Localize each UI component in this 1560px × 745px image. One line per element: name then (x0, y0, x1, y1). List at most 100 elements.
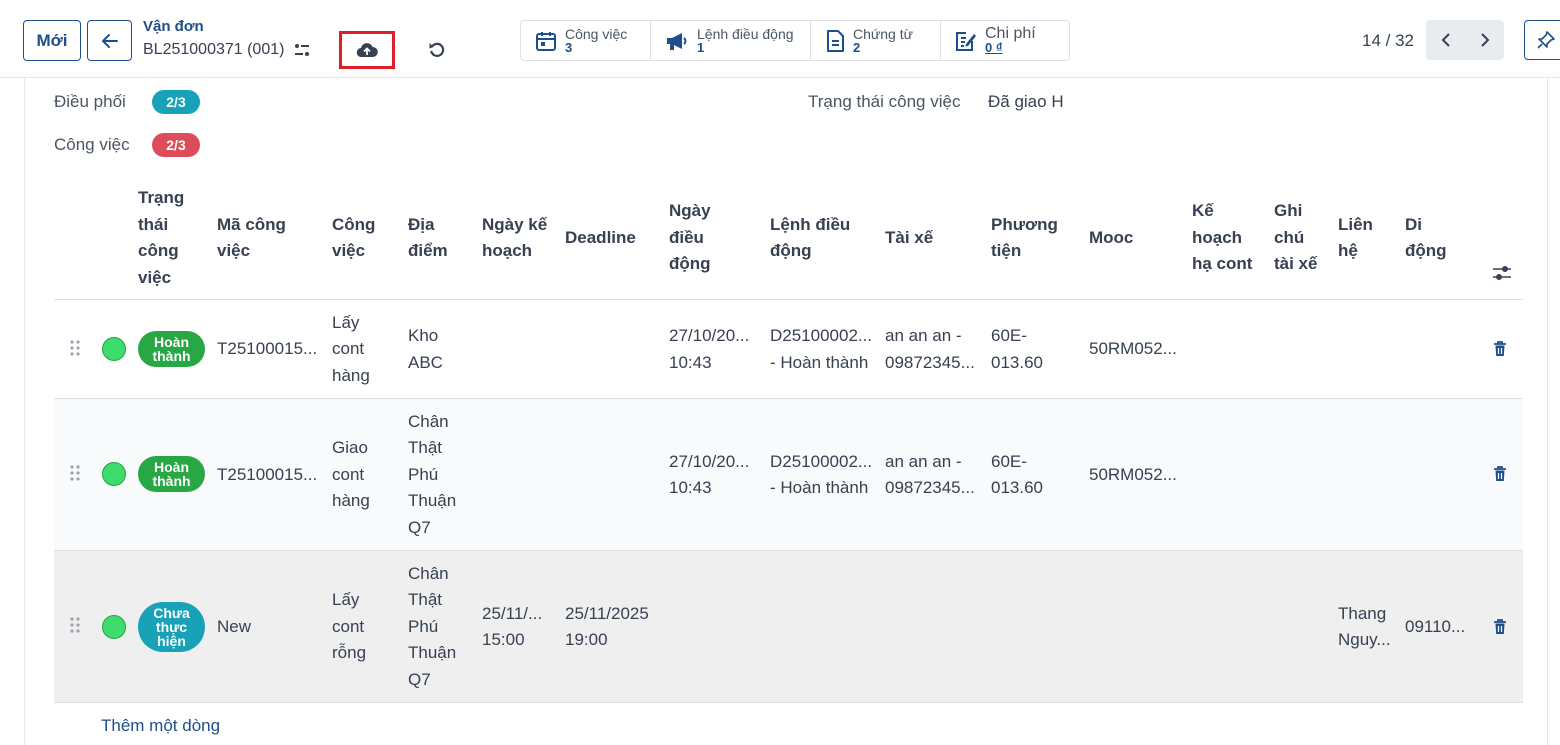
cell-task[interactable]: Giao cont hàng (332, 399, 392, 551)
smart-buttons: Công việc 3 Lệnh điều động 1 Chứng từ 2 Chi… (520, 20, 1070, 61)
smart-button-value: 2 (853, 39, 861, 55)
cell-mobile[interactable] (1405, 399, 1475, 551)
smart-button-dispatch-orders[interactable]: Lệnh điều động 1 (651, 21, 811, 60)
table-header: Trạng thái công việc Mã công việc Công v… (54, 176, 1523, 300)
cell-task[interactable]: Lấy cont hàng (332, 300, 392, 399)
task-status-value[interactable]: Đã giao H (988, 92, 1064, 112)
smart-button-value: 1 (697, 39, 705, 55)
column-header-vehicle[interactable]: Phương tiện (991, 176, 1086, 300)
smart-button-tasks[interactable]: Công việc 3 (521, 21, 651, 60)
smart-button-documents[interactable]: Chứng từ 2 (811, 21, 941, 60)
breadcrumb-current: BL251000371 (001) (143, 41, 310, 59)
cell-mooc[interactable]: 50RM052... (1089, 399, 1184, 551)
cell-contact[interactable] (1338, 399, 1400, 551)
cell-deadline[interactable]: 25/11/2025 19:00 (565, 551, 663, 703)
cell-driver[interactable] (885, 551, 983, 703)
table-row[interactable]: Hoàn thành T25100015... Giao cont hàng C… (54, 399, 1523, 551)
cell-deadline[interactable] (565, 399, 663, 551)
undo-icon (429, 42, 445, 57)
pager-next-button[interactable] (1465, 20, 1504, 60)
cell-code[interactable]: T25100015... (217, 300, 327, 399)
column-header-plan-date[interactable]: Ngày kế hoạch (482, 176, 552, 300)
smart-button-label: Công việc (565, 25, 628, 42)
cell-contact[interactable]: Thang Nguy... (1338, 551, 1400, 703)
status-badge: Hoàn thành (138, 331, 205, 367)
cell-code[interactable]: T25100015... (217, 399, 327, 551)
column-header-dispatch-order[interactable]: Lệnh điều động (770, 176, 870, 300)
cell-mobile[interactable] (1405, 300, 1475, 399)
cell-vehicle[interactable] (991, 551, 1051, 703)
cell-location[interactable]: Kho ABC (408, 300, 458, 399)
drag-handle-icon[interactable] (68, 340, 82, 356)
discard-button[interactable] (423, 37, 451, 63)
pager-value[interactable]: 14 / 32 (1362, 31, 1414, 51)
task-status-field: Trạng thái công việc Đã giao H (808, 92, 1064, 112)
column-header-mobile[interactable]: Di động (1405, 176, 1465, 300)
trash-icon (1494, 619, 1506, 634)
cell-vehicle[interactable]: 60E-013.60 (991, 399, 1051, 551)
save-button-highlight[interactable] (339, 31, 395, 69)
column-header-mooc[interactable]: Mooc (1089, 176, 1184, 300)
cell-deadline[interactable] (565, 300, 663, 399)
action-button[interactable] (1524, 20, 1560, 60)
cell-contact[interactable] (1338, 300, 1400, 399)
cell-dispatch-date[interactable]: 27/10/20... 10:43 (669, 399, 761, 551)
back-button[interactable] (87, 20, 132, 61)
arrow-left-icon (101, 33, 118, 48)
chevron-left-icon (1441, 33, 1450, 47)
column-header-status[interactable]: Trạng thái công việc (138, 176, 208, 300)
new-button[interactable]: Mới (23, 20, 81, 61)
cell-dispatch-order[interactable] (770, 551, 880, 703)
cell-location[interactable]: Chân Thật Phú Thuận Q7 (408, 551, 460, 703)
cell-vehicle[interactable]: 60E-013.60 (991, 300, 1051, 399)
tasks-table: Trạng thái công việc Mã công việc Công v… (54, 176, 1523, 703)
column-header-task[interactable]: Công việc (332, 176, 402, 300)
cloud-upload-icon (356, 43, 378, 58)
cell-location[interactable]: Chân Thật Phú Thuận Q7 (408, 399, 460, 551)
delete-row-button[interactable] (1492, 341, 1508, 357)
column-header-dispatch-date[interactable]: Ngày điều động (669, 176, 739, 300)
table-row[interactable]: Hoàn thành T25100015... Lấy cont hàng Kh… (54, 300, 1523, 399)
smart-button-costs[interactable]: Chi phí 0 ₫ (941, 21, 1069, 60)
cell-task[interactable]: Lấy cont rỗng (332, 551, 392, 703)
column-header-code[interactable]: Mã công việc (217, 176, 317, 300)
pager-previous-button[interactable] (1426, 20, 1465, 60)
delete-row-button[interactable] (1492, 619, 1508, 635)
cell-dispatch-order[interactable]: D25100002... - Hoàn thành (770, 399, 880, 551)
task-field: Công việc 2/3 (54, 133, 200, 157)
cell-dispatch-date[interactable] (669, 551, 761, 703)
column-header-cont-plan[interactable]: Kế hoạch hạ cont (1192, 176, 1262, 300)
cell-dispatch-date[interactable]: 27/10/20... 10:43 (669, 300, 761, 399)
smart-button-label: Lệnh điều động (697, 25, 794, 42)
column-header-location[interactable]: Địa điểm (408, 176, 468, 300)
trash-icon (1494, 341, 1506, 356)
column-header-deadline[interactable]: Deadline (565, 176, 660, 300)
calendar-icon (536, 31, 556, 51)
record-actions-icon[interactable] (294, 43, 310, 57)
dispatch-field: Điều phối 2/3 (54, 90, 200, 114)
cell-code[interactable]: New (217, 551, 327, 703)
cell-driver[interactable]: an an an - 09872345... (885, 399, 983, 551)
cell-mooc[interactable]: 50RM052... (1089, 300, 1184, 399)
cell-dispatch-order[interactable]: D25100002... - Hoàn thành (770, 300, 880, 399)
column-header-driver-note[interactable]: Ghi chú tài xế (1274, 176, 1324, 300)
add-line-link[interactable]: Thêm một dòng (101, 716, 220, 736)
delete-row-button[interactable] (1492, 466, 1508, 482)
cell-driver[interactable]: an an an - 09872345... (885, 300, 983, 399)
cell-mooc[interactable] (1089, 551, 1184, 703)
trash-icon (1494, 466, 1506, 481)
column-header-contact[interactable]: Liên hệ (1338, 176, 1396, 300)
drag-handle-icon[interactable] (68, 617, 82, 633)
breadcrumb-parent[interactable]: Vận đơn (143, 18, 204, 35)
smart-button-label: Chứng từ (853, 25, 913, 42)
table-row[interactable]: Chưa thực hiện New Lấy cont rỗng Chân Th… (54, 551, 1523, 703)
cell-plan-date[interactable] (482, 300, 557, 399)
dispatch-progress-badge: 2/3 (152, 90, 200, 114)
drag-handle-icon[interactable] (68, 465, 82, 481)
column-header-driver[interactable]: Tài xế (885, 176, 980, 300)
cell-mobile[interactable]: 09110... (1405, 551, 1475, 703)
optional-columns-toggle[interactable] (1492, 264, 1512, 287)
cell-plan-date[interactable]: 25/11/... 15:00 (482, 551, 554, 703)
cell-plan-date[interactable] (482, 399, 557, 551)
chevron-right-icon (1480, 33, 1489, 47)
